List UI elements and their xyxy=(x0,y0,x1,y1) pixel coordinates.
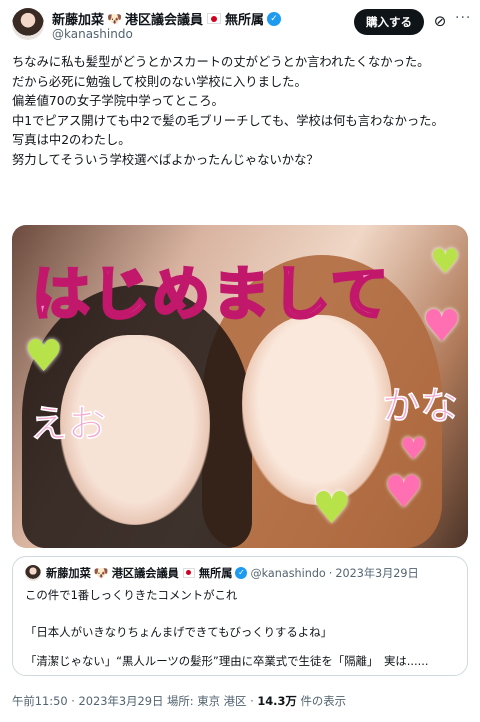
verified-badge-icon: ✓ xyxy=(235,567,248,579)
tweet-line: 写真は中2のわたし。 xyxy=(12,133,131,148)
quoted-text-line: この件で1番しっくりきたコメントがこれ xyxy=(25,588,238,602)
quoted-author-title: 港区議会議員 xyxy=(111,567,179,580)
author-affiliation[interactable]: 無所属 xyxy=(225,9,264,28)
tweet-meta: 午前11:50 · 2023年3月29日 場所: 東京 港区 · 14.3万 件… xyxy=(12,693,346,709)
more-options-icon[interactable]: ··· xyxy=(455,10,471,26)
photo-figure-right-face xyxy=(242,315,392,505)
tweet-date[interactable]: 2023年3月29日 xyxy=(78,694,163,708)
tweet-line: 努力してそういう学校選べばよかったんじゃないかな？ xyxy=(12,152,319,167)
tweet-line: だから必死に勉強して校則のない学校に入りました。 xyxy=(12,74,307,89)
tweet-time[interactable]: 午前11:50 xyxy=(12,694,68,708)
japan-flag-icon xyxy=(182,568,195,578)
location-value[interactable]: 東京 港区 xyxy=(197,694,246,708)
tweet-text: ちなみに私も髪型がどうとかスカートの丈がどうとか言われたくなかった。 だから必死… xyxy=(12,53,470,171)
tweet-header: 新藤加菜 🐶 港区議会議員 無所属 ✓ @kanashindo 購入する ⊘ ·… xyxy=(0,0,480,50)
author-title[interactable]: 港区議会議員 xyxy=(125,9,203,28)
grok-icon[interactable]: ⊘ xyxy=(432,13,448,29)
author-name[interactable]: 新藤加菜 xyxy=(52,9,104,28)
photo-scribble-right: かな xyxy=(381,383,459,429)
heart-icon: ♥ xyxy=(422,301,462,352)
quoted-date: 2023年3月29日 xyxy=(335,567,419,580)
author-name-row[interactable]: 新藤加菜 🐶 港区議会議員 無所属 ✓ xyxy=(52,9,281,28)
subscribe-button[interactable]: 購入する xyxy=(354,9,424,35)
quoted-author-affiliation: 無所属 xyxy=(198,567,233,580)
quoted-tweet[interactable]: 新藤加菜 🐶 港区議会議員 無所属 ✓ @kanashindo · 2023年3… xyxy=(12,556,468,676)
photo-stamp-text: はじめまして xyxy=(30,259,391,330)
author-handle[interactable]: @kanashindo xyxy=(52,27,133,41)
tweet-photo[interactable]: はじめまして ♥ ♥ ♥ ♥ ♥ ♥ えお かな xyxy=(12,225,468,548)
views-count: 14.3万 xyxy=(257,694,297,708)
photo-scribble-left: えお xyxy=(29,401,107,447)
tweet-line: ちなみに私も髪型がどうとかスカートの丈がどうとか言われたくなかった。 xyxy=(12,55,430,69)
heart-icon: ♥ xyxy=(384,467,424,518)
quoted-handle: @kanashindo xyxy=(250,566,326,580)
heart-icon: ♥ xyxy=(400,432,427,467)
dog-face-icon: 🐶 xyxy=(107,11,122,26)
location-label: 場所: xyxy=(167,694,194,708)
quoted-separator: · xyxy=(328,566,333,580)
quoted-author-avatar xyxy=(25,565,41,581)
tweet-line: 偏差値70の女子学院中学ってところ。 xyxy=(12,94,224,109)
quoted-author-row: 新藤加菜 🐶 港区議会議員 無所属 ✓ @kanashindo · 2023年3… xyxy=(46,565,419,581)
heart-icon: ♥ xyxy=(430,242,461,282)
heart-icon: ♥ xyxy=(24,331,64,382)
dog-face-icon: 🐶 xyxy=(93,566,109,580)
views-label[interactable]: 件の表示 xyxy=(300,694,346,708)
quoted-text-line: 「日本人がいきなりちょんまげできてもびっくりするよね」 xyxy=(25,625,332,639)
heart-icon: ♥ xyxy=(312,483,352,534)
verified-badge-icon[interactable]: ✓ xyxy=(267,11,281,26)
quoted-text-line: 「清潔じゃない」“黒人ルーツの髪形”理由に卒業式で生徒を「隔離」 実は.....… xyxy=(25,654,429,668)
japan-flag-icon xyxy=(206,13,221,24)
author-avatar[interactable] xyxy=(12,8,44,40)
quoted-author-name: 新藤加菜 xyxy=(46,567,91,580)
tweet-line: 中1でピアス開けても中2で髪の毛ブリーチしても、学校は何も言わなかった。 xyxy=(12,113,444,128)
